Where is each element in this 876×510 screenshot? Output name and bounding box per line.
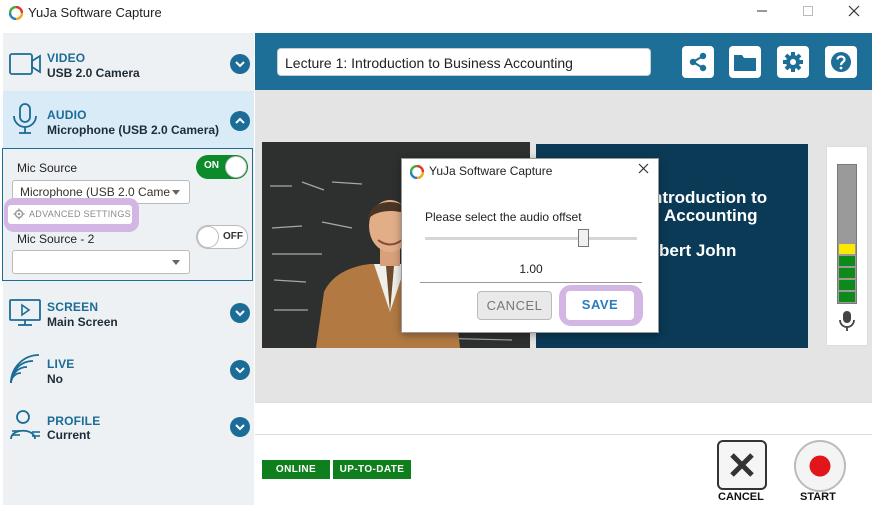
audio-offset-slider-thumb[interactable] <box>578 229 589 247</box>
live-broadcast-icon <box>10 354 40 384</box>
folder-button[interactable] <box>729 46 761 78</box>
cancel-recording-button[interactable] <box>717 440 767 490</box>
advanced-settings-label: ADVANCED SETTINGS <box>29 209 131 219</box>
microphone-icon <box>839 311 855 331</box>
live-subtitle: No <box>47 372 63 386</box>
level-segment <box>839 292 855 302</box>
mic-source2-select[interactable] <box>12 250 190 274</box>
maximize-button[interactable] <box>788 2 828 24</box>
dialog-cancel-button[interactable]: CANCEL <box>477 291 552 320</box>
dropdown-arrow-icon <box>172 190 180 195</box>
online-status-badge: ONLINE <box>262 460 330 479</box>
mic-source2-toggle[interactable]: OFF <box>196 225 248 249</box>
toggle-knob <box>197 226 219 248</box>
video-title: VIDEO <box>47 51 86 65</box>
minimize-button[interactable] <box>742 2 782 24</box>
advanced-settings-button[interactable]: ADVANCED SETTINGS <box>8 205 132 224</box>
level-segment <box>839 244 855 254</box>
dialog-save-button[interactable]: SAVE <box>566 291 634 320</box>
share-button[interactable] <box>682 46 714 78</box>
close-icon <box>848 5 860 17</box>
toggle-knob <box>225 156 247 178</box>
record-icon <box>809 455 831 477</box>
settings-button[interactable] <box>777 46 809 78</box>
audio-offset-value: 1.00 <box>519 262 543 276</box>
up-to-date-status-badge: UP-TO-DATE <box>333 460 411 479</box>
mic-source-toggle-text: ON <box>204 160 219 171</box>
live-title: LIVE <box>47 357 75 371</box>
close-icon <box>730 453 754 477</box>
video-subtitle: USB 2.0 Camera <box>47 66 140 80</box>
dialog-prompt: Please select the audio offset <box>425 210 582 224</box>
chevron-down-icon <box>235 310 245 317</box>
dialog-close-button[interactable] <box>638 161 649 178</box>
video-expand-button[interactable] <box>230 54 250 74</box>
gear-icon <box>783 52 803 72</box>
audio-title: AUDIO <box>47 108 87 122</box>
screen-expand-button[interactable] <box>230 303 250 323</box>
level-segment <box>839 280 855 290</box>
mic-source-label: Mic Source <box>17 161 78 175</box>
chevron-down-icon <box>235 424 245 431</box>
slide-presenter: bert John <box>659 241 737 260</box>
gear-icon <box>13 208 25 220</box>
help-icon <box>831 52 851 72</box>
start-recording-button[interactable] <box>794 440 846 492</box>
start-label: START <box>800 491 836 503</box>
audio-collapse-button[interactable] <box>230 111 250 131</box>
mic-source-select-value: Microphone (USB 2.0 Came <box>20 185 171 199</box>
level-segment <box>839 268 855 278</box>
yuja-logo-icon <box>9 6 23 20</box>
screen-title: SCREEN <box>47 300 99 314</box>
window-title: YuJa Software Capture <box>28 5 162 20</box>
folder-icon <box>734 55 756 71</box>
mic-source2-label: Mic Source - 2 <box>17 232 95 246</box>
slide-title-line1: ntroduction to <box>652 188 768 207</box>
preview-footer-strip <box>255 402 872 434</box>
profile-title: PROFILE <box>47 414 101 428</box>
minimize-icon <box>757 10 767 12</box>
screen-icon <box>9 299 41 326</box>
screen-subtitle: Main Screen <box>47 315 118 329</box>
help-button[interactable] <box>825 46 857 78</box>
profile-subtitle: Current <box>47 428 91 442</box>
level-segment <box>839 256 855 266</box>
cancel-label: CANCEL <box>718 491 764 503</box>
profile-expand-button[interactable] <box>230 417 250 437</box>
dialog-divider <box>420 282 642 283</box>
dialog-title: YuJa Software Capture <box>429 164 553 178</box>
dropdown-arrow-icon <box>172 260 180 265</box>
mic-source2-toggle-text: OFF <box>223 231 243 242</box>
recording-title-input[interactable]: Lecture 1: Introduction to Business Acco… <box>277 48 651 76</box>
chevron-down-icon <box>235 61 245 68</box>
window-close-button[interactable] <box>834 2 874 24</box>
mic-source-toggle[interactable]: ON <box>196 155 248 179</box>
live-expand-button[interactable] <box>230 360 250 380</box>
chevron-up-icon <box>235 117 245 124</box>
audio-offset-slider-track[interactable] <box>425 237 637 240</box>
maximize-icon <box>803 6 813 16</box>
yuja-logo-icon <box>410 165 424 179</box>
profile-icon <box>10 410 40 440</box>
video-camera-icon <box>9 53 41 75</box>
chevron-down-icon <box>235 367 245 374</box>
microphone-icon <box>13 103 37 134</box>
slide-title-line2: Accounting <box>664 206 758 225</box>
close-icon <box>638 163 649 174</box>
audio-subtitle: Microphone (USB 2.0 Camera) <box>47 123 220 137</box>
share-icon <box>689 52 707 72</box>
